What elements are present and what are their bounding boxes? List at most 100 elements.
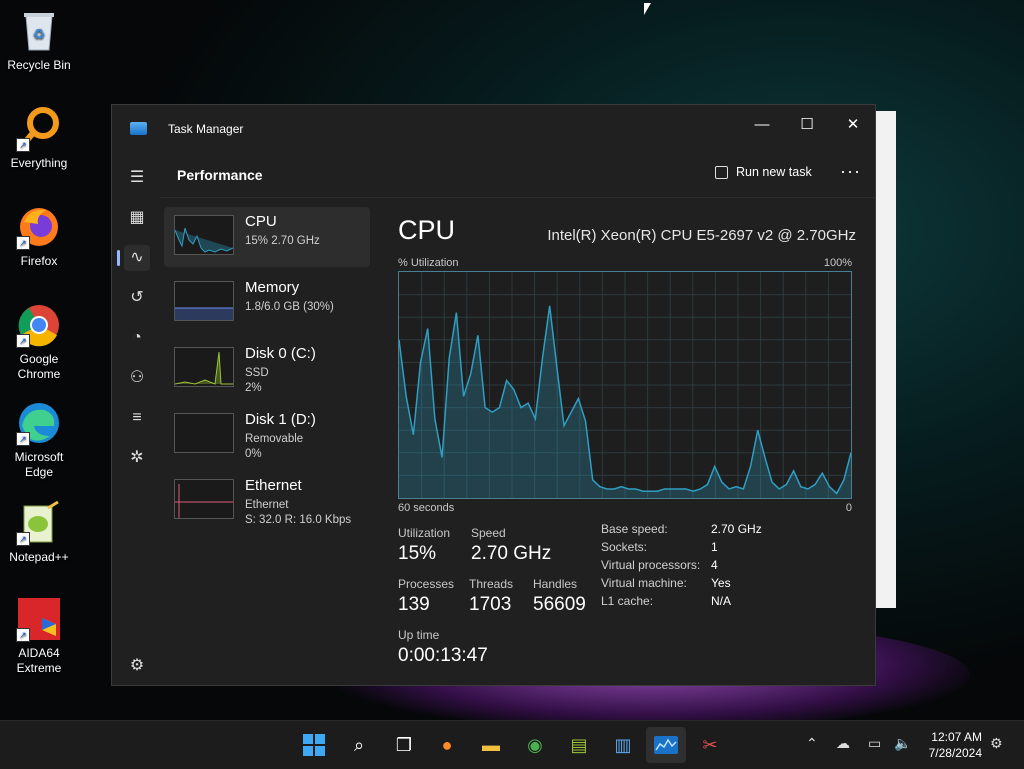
- spec-value: N/A: [711, 594, 732, 608]
- page-title: Performance: [177, 167, 263, 183]
- minimize-button[interactable]: —: [739, 111, 785, 139]
- resource-name: CPU: [245, 213, 277, 230]
- resource-name: Disk 0 (C:): [245, 345, 316, 362]
- mouse-cursor-icon: [644, 3, 651, 15]
- resource-item-memory[interactable]: Memory 1.8/6.0 GB (30%): [164, 273, 370, 333]
- desktop-icon-everything[interactable]: ↗ Everything: [0, 106, 78, 171]
- file-explorer-icon[interactable]: ▬: [477, 731, 505, 759]
- resource-list: CPU 15% 2.70 GHz Memory 1.8/6.0 GB (30%)…: [164, 207, 370, 537]
- task-manager-window: Task Manager — ☐ ✕ ☰ ▦ ∿ ↺ ◔ ⚇ ≡ ✲ ⚙ Per…: [111, 104, 876, 686]
- desktop-icon-chrome[interactable]: ↗ Google Chrome: [0, 302, 78, 382]
- resource-item-disk-0[interactable]: Disk 0 (C:) SSD 2%: [164, 339, 370, 399]
- aida64-icon: ↗: [16, 596, 62, 642]
- task-manager-app-icon: [130, 122, 147, 135]
- users-nav-icon[interactable]: ⚇: [124, 365, 150, 391]
- taskbar-clock[interactable]: 12:07 AM 7/28/2024: [916, 729, 982, 761]
- services-nav-icon[interactable]: ✲: [124, 445, 150, 471]
- spec-label: Virtual processors:: [601, 558, 701, 572]
- snipping-tool-icon[interactable]: ✂: [696, 731, 724, 759]
- resource-item-cpu[interactable]: CPU 15% 2.70 GHz: [164, 207, 370, 267]
- startup-apps-nav-icon[interactable]: ◔: [124, 325, 150, 351]
- resource-subtitle: Removable 0%: [245, 433, 304, 460]
- spec-value: 2.70 GHz: [711, 522, 762, 536]
- desktop-icon-label: Microsoft Edge: [14, 450, 64, 479]
- spec-value: Yes: [711, 576, 731, 590]
- details-nav-icon[interactable]: ≡: [124, 405, 150, 431]
- ethernet-thumbnail-graph: [174, 479, 234, 519]
- spec-label: Base speed:: [601, 522, 668, 536]
- network-disconnected-icon[interactable]: ☁: [836, 735, 850, 752]
- desktop-icon-label: AIDA64 Extreme: [16, 646, 62, 675]
- resource-item-disk-1[interactable]: Disk 1 (D:) Removable 0%: [164, 405, 370, 465]
- clock-time: 12:07 AM: [931, 730, 982, 744]
- graph-label-utilization: % Utilization: [398, 257, 459, 269]
- resource-item-ethernet[interactable]: Ethernet Ethernet S: 32.0 R: 16.0 Kbps: [164, 471, 370, 531]
- run-new-task-button[interactable]: Run new task: [715, 165, 812, 179]
- speed-value: 2.70 GHz: [471, 543, 552, 564]
- task-manager-taskbar-icon[interactable]: [646, 727, 686, 763]
- processes-label: Processes: [398, 577, 455, 591]
- desktop-icon-recycle-bin[interactable]: ♻ Recycle Bin: [0, 8, 78, 73]
- window-title: Task Manager: [168, 122, 244, 136]
- uptime-label: Up time: [398, 628, 440, 642]
- spec-label: Virtual machine:: [601, 576, 687, 590]
- close-button[interactable]: ✕: [830, 111, 876, 139]
- everything-search-icon: ↗: [16, 106, 62, 152]
- volume-muted-icon[interactable]: 🔈: [894, 735, 911, 752]
- new-task-icon: [715, 166, 728, 179]
- notepad-taskbar-icon[interactable]: ▥: [609, 731, 637, 759]
- spec-value: 1: [711, 540, 718, 554]
- cpu-thumbnail-graph: [174, 215, 234, 255]
- maximize-button[interactable]: ☐: [784, 111, 830, 139]
- shortcut-arrow-icon: ↗: [16, 236, 30, 250]
- firefox-icon: ↗: [16, 204, 62, 250]
- shortcut-arrow-icon: ↗: [16, 628, 30, 642]
- notepadpp-taskbar-icon[interactable]: ▤: [565, 731, 593, 759]
- utilization-value: 15%: [398, 543, 437, 564]
- disk0-thumbnail-graph: [174, 347, 234, 387]
- hamburger-menu-icon[interactable]: ☰: [124, 165, 150, 191]
- firefox-taskbar-icon[interactable]: ●: [433, 731, 461, 759]
- speed-label: Speed: [471, 526, 506, 540]
- processes-value: 139: [398, 594, 430, 615]
- cpu-model-name: Intel(R) Xeon(R) CPU E5-2697 v2 @ 2.70GH…: [547, 227, 856, 244]
- show-hidden-icons-chevron-icon[interactable]: ⌃: [806, 735, 818, 752]
- desktop-icon-aida64[interactable]: ↗ AIDA64 Extreme: [0, 596, 78, 676]
- more-options-button[interactable]: ···: [840, 161, 861, 182]
- desktop-icon-label: Google Chrome: [17, 352, 61, 381]
- handles-label: Handles: [533, 577, 578, 591]
- settings-gear-icon[interactable]: ⚙: [124, 653, 150, 679]
- page-header: Performance Run new task ···: [160, 149, 875, 198]
- task-view-icon[interactable]: ❐: [390, 731, 418, 759]
- start-windows-icon[interactable]: [300, 731, 328, 759]
- shortcut-arrow-icon: ↗: [16, 432, 30, 446]
- uptime-value: 0:00:13:47: [398, 645, 488, 666]
- performance-nav-icon[interactable]: ∿: [117, 245, 150, 271]
- detail-title: CPU: [398, 215, 456, 245]
- desktop-icon-label: Firefox: [20, 254, 58, 268]
- desktop-icon-notepadpp[interactable]: ↗ Notepad++: [0, 500, 78, 565]
- threads-label: Threads: [469, 577, 514, 591]
- search-icon[interactable]: ⌕: [345, 731, 373, 759]
- app-history-nav-icon[interactable]: ↺: [124, 285, 150, 311]
- notifications-icon[interactable]: ⚙: [990, 735, 1003, 752]
- navigation-rail: ☰ ▦ ∿ ↺ ◔ ⚇ ≡ ✲ ⚙: [112, 149, 160, 685]
- edge-icon: ↗: [16, 400, 62, 446]
- resource-name: Disk 1 (D:): [245, 411, 316, 428]
- resource-subtitle: SSD 2%: [245, 367, 269, 394]
- svg-text:♻: ♻: [33, 26, 46, 42]
- network-icon[interactable]: ▭: [868, 735, 881, 752]
- resource-subtitle: 1.8/6.0 GB (30%): [245, 301, 334, 313]
- spec-label: Sockets:: [601, 540, 648, 554]
- desktop-icon-label: Notepad++: [9, 550, 69, 564]
- utilization-label: Utilization: [398, 526, 451, 540]
- clock-date: 7/28/2024: [928, 746, 982, 760]
- disk1-thumbnail-graph: [174, 413, 234, 453]
- desktop-icon-firefox[interactable]: ↗ Firefox: [0, 204, 78, 269]
- desktop-icon-edge[interactable]: ↗ Microsoft Edge: [0, 400, 78, 480]
- memory-thumbnail-graph: [174, 281, 234, 321]
- chrome-taskbar-icon[interactable]: ◉: [521, 731, 549, 759]
- shortcut-arrow-icon: ↗: [16, 138, 30, 152]
- processes-nav-icon[interactable]: ▦: [124, 205, 150, 231]
- title-bar[interactable]: Task Manager — ☐ ✕: [112, 105, 875, 149]
